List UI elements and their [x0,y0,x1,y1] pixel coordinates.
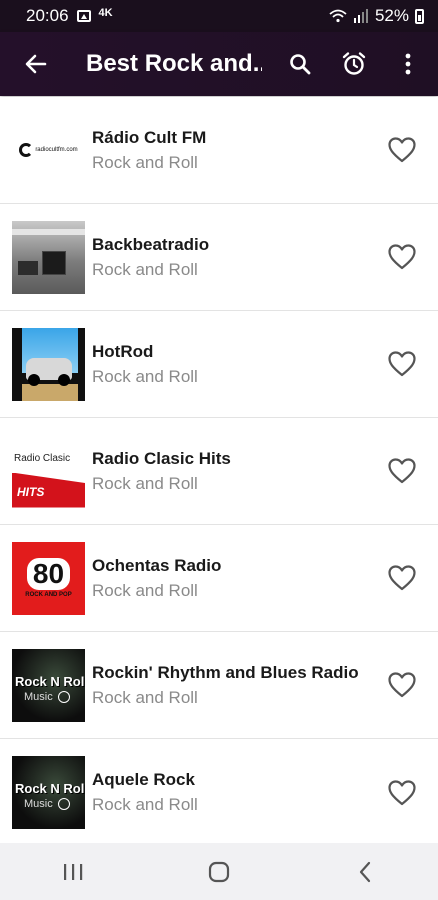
battery-icon [415,8,424,24]
station-row[interactable]: Backbeatradio Rock and Roll [0,204,438,311]
heart-outline-icon [388,244,416,270]
favorite-button[interactable] [386,241,418,273]
4k-icon: 4K [98,7,113,19]
favorite-button[interactable] [386,777,418,809]
recent-apps-icon [64,863,83,880]
favorite-button[interactable] [386,562,418,594]
station-logo: 80 ROCK AND POP [12,541,85,615]
status-bar: 20:06 4K 52% [0,0,438,32]
search-icon [290,54,311,75]
home-button[interactable] [189,852,249,892]
system-back-button[interactable] [335,852,395,892]
heart-outline-icon [388,137,416,163]
app-bar: Best Rock and... [0,32,438,96]
station-list: radiocultfm.com Rádio Cult FM Rock and R… [0,97,438,846]
more-options-button[interactable] [388,44,428,84]
favorite-button[interactable] [386,134,418,166]
search-button[interactable] [280,44,320,84]
home-icon [208,861,230,882]
back-arrow-icon [25,54,47,74]
station-logo [12,327,85,401]
station-row[interactable]: HotRod Rock and Roll [0,311,438,418]
more-vert-icon [405,53,411,75]
station-logo: radiocultfm.com [12,113,85,187]
favorite-button[interactable] [386,348,418,380]
heart-outline-icon [388,458,416,484]
heart-outline-icon [388,351,416,377]
image-notification-icon [76,10,91,22]
system-nav-bar [0,843,438,900]
heart-outline-icon [388,779,416,805]
station-row[interactable]: radiocultfm.com Rádio Cult FM Rock and R… [0,97,438,204]
battery-percent: 52% [374,6,409,25]
station-logo: Rock N Roll Music [12,648,85,722]
station-logo: Radio Clasic HITS [12,434,85,508]
heart-outline-icon [388,672,416,698]
status-time: 20:06 [26,6,69,25]
recent-apps-button[interactable] [43,852,103,892]
favorite-button[interactable] [386,455,418,487]
alarm-button[interactable] [334,44,374,84]
back-icon [359,861,371,882]
station-row[interactable]: 80 ROCK AND POP Ochentas Radio Rock and … [0,525,438,632]
station-row[interactable]: Rock N Roll Music Aquele Rock Rock and R… [0,739,438,846]
heart-outline-icon [388,565,416,591]
station-row[interactable]: Rock N Roll Music Rockin' Rhythm and Blu… [0,632,438,739]
signal-icon [353,9,368,23]
wifi-icon [329,9,347,23]
station-logo: Rock N Roll Music [12,756,85,829]
page-title: Best Rock and... [86,50,262,77]
alarm-clock-icon [342,52,366,75]
favorite-button[interactable] [386,669,418,701]
station-row[interactable]: Radio Clasic HITS Radio Clasic Hits Rock… [0,418,438,525]
back-button[interactable] [20,48,52,80]
station-logo [12,220,85,294]
